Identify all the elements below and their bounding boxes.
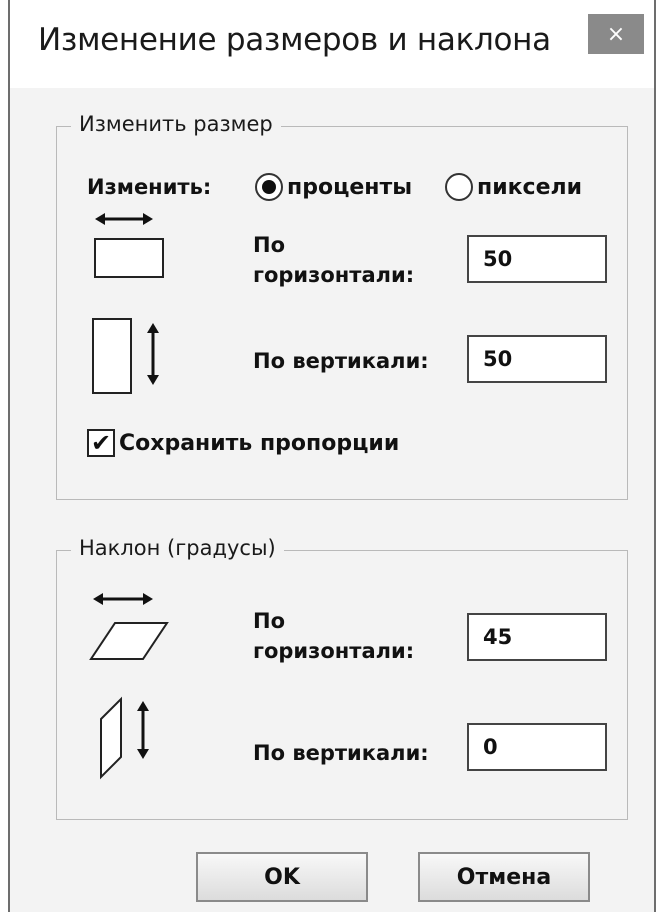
close-button[interactable]: ×: [588, 14, 644, 54]
keep-aspect-check-box[interactable]: ✔: [87, 429, 115, 457]
skew-horizontal-label-line1: По: [253, 609, 286, 633]
resize-vertical-label: По вертикали:: [253, 349, 429, 373]
skew-group-legend: Наклон (градусы): [71, 536, 284, 560]
check-mark-icon: ✔: [90, 429, 112, 457]
close-icon: ×: [606, 21, 626, 47]
skew-vertical-label: По вертикали:: [253, 741, 429, 765]
skew-vertical-input[interactable]: [467, 723, 607, 771]
resize-horizontal-label-line1: По: [253, 233, 286, 257]
skew-group: Наклон (градусы) По горизонтали: По верт…: [56, 536, 628, 820]
dialog-title: Изменение размеров и наклона: [38, 22, 551, 58]
cancel-button[interactable]: Отмена: [418, 852, 590, 902]
resize-skew-dialog: Изменение размеров и наклона × Изменить …: [8, 0, 656, 912]
resize-group: Изменить размер Изменить: проценты пиксе…: [56, 112, 628, 500]
resize-horizontal-input[interactable]: [467, 235, 607, 283]
radio-pixels[interactable]: пиксели: [445, 173, 582, 201]
keep-aspect-checkbox[interactable]: ✔ Сохранить пропорции: [87, 429, 399, 457]
skew-vertical-icon: [100, 696, 149, 780]
radio-pixels-circle[interactable]: [445, 173, 473, 201]
resize-vertical-icon: [92, 318, 159, 394]
radio-percent-circle[interactable]: [255, 173, 283, 201]
radio-percent-label: проценты: [287, 174, 413, 200]
skew-horizontal-icon: [89, 593, 169, 660]
skew-horizontal-input[interactable]: [467, 613, 607, 661]
resize-vertical-input[interactable]: [467, 335, 607, 383]
mode-label: Изменить:: [87, 175, 212, 199]
radio-percent[interactable]: проценты: [255, 173, 412, 201]
ok-button[interactable]: OK: [196, 852, 368, 902]
keep-aspect-label: Сохранить пропорции: [119, 430, 400, 456]
resize-horizontal-label-line2: горизонтали:: [253, 263, 415, 287]
title-bar: Изменение размеров и наклона ×: [10, 0, 654, 88]
radio-pixels-label: пиксели: [477, 174, 583, 200]
skew-horizontal-label-line2: горизонтали:: [253, 639, 415, 663]
resize-group-legend: Изменить размер: [71, 112, 281, 136]
resize-horizontal-icon: [94, 213, 164, 278]
radio-selected-dot: [262, 180, 276, 194]
